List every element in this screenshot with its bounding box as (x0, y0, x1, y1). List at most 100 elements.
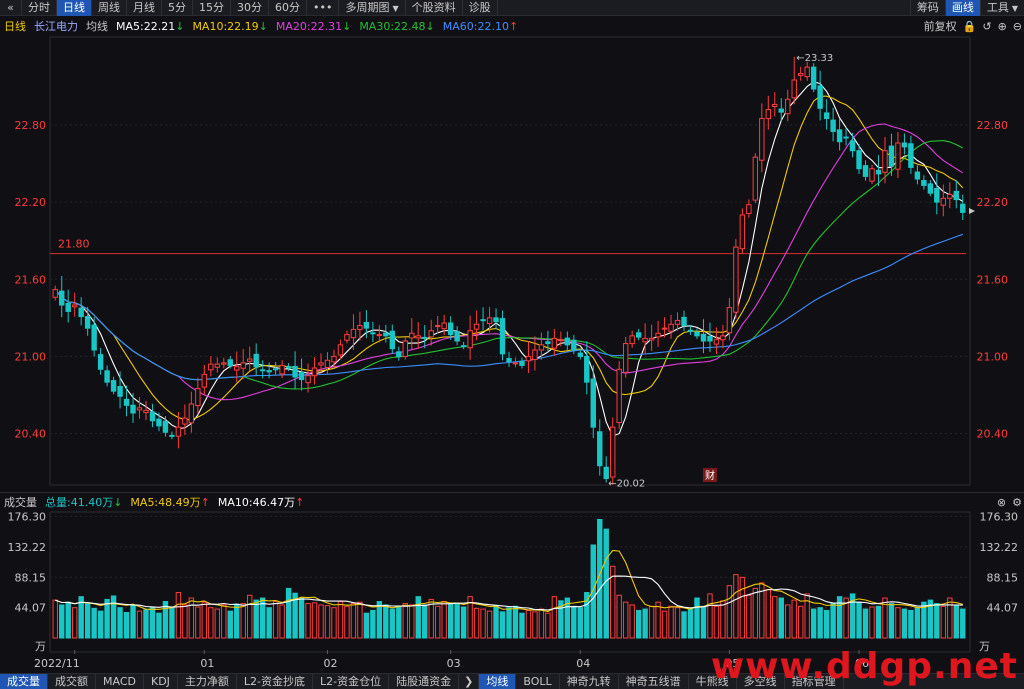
volume-bar[interactable] (940, 605, 947, 639)
candle-body[interactable] (901, 142, 908, 148)
volume-bar[interactable] (272, 600, 279, 639)
candle-body[interactable] (311, 367, 318, 377)
overlay-tab-4[interactable]: 牛熊线 (689, 673, 737, 689)
volume-bar[interactable] (188, 597, 195, 639)
volume-bar[interactable] (901, 608, 908, 639)
volume-bar[interactable] (130, 605, 136, 639)
volume-bar[interactable] (104, 598, 110, 639)
volume-bar[interactable] (947, 597, 953, 639)
volume-bar[interactable] (123, 612, 130, 639)
volume-bar[interactable] (687, 608, 694, 639)
candle-body[interactable] (428, 330, 434, 338)
candle-body[interactable] (603, 466, 609, 480)
volume-bar[interactable] (726, 585, 733, 639)
candle-body[interactable] (357, 325, 363, 330)
volume-bar[interactable] (823, 609, 830, 639)
volume-bar[interactable] (571, 605, 577, 639)
volume-bar[interactable] (674, 607, 681, 639)
volume-bar[interactable] (460, 606, 467, 639)
candle-body[interactable] (804, 66, 810, 78)
candle-body[interactable] (266, 370, 272, 373)
candle-body[interactable] (856, 150, 862, 170)
candle-body[interactable] (188, 403, 195, 424)
candle-body[interactable] (104, 370, 110, 383)
candle-body[interactable] (888, 145, 895, 167)
candle-body[interactable] (422, 336, 428, 339)
volume-bar[interactable] (810, 608, 817, 639)
gear-icon[interactable]: ⚙ (1012, 496, 1022, 509)
candle-body[interactable] (648, 337, 655, 341)
candle-body[interactable] (201, 373, 208, 388)
volume-bar[interactable] (441, 600, 447, 639)
candle-body[interactable] (739, 214, 746, 250)
zoom-in-icon[interactable]: ⊕ (998, 20, 1007, 33)
volume-bar[interactable] (655, 601, 661, 639)
volume-bar[interactable] (817, 607, 823, 639)
volume-bar[interactable] (363, 612, 370, 639)
undo-icon[interactable]: ↺ (982, 20, 991, 33)
volume-bar[interactable] (454, 603, 460, 639)
volume-bar[interactable] (895, 607, 901, 639)
volume-bar[interactable] (136, 610, 143, 639)
candle-body[interactable] (123, 398, 130, 406)
volume-bar[interactable] (480, 608, 486, 639)
volume-bar[interactable] (577, 607, 584, 639)
volume-bar[interactable] (713, 605, 720, 639)
indicator-tab-4[interactable]: 主力净额 (178, 673, 237, 689)
overlay-tab-6[interactable]: 指标管理 (785, 673, 844, 689)
volume-bar[interactable] (318, 604, 324, 639)
volume-bar[interactable] (240, 603, 246, 639)
candle-body[interactable] (726, 307, 733, 334)
candle-body[interactable] (642, 337, 648, 343)
candle-body[interactable] (869, 168, 875, 182)
candle-body[interactable] (558, 339, 564, 342)
candle-body[interactable] (182, 417, 188, 425)
candle-body[interactable] (525, 355, 532, 362)
period-tab-4[interactable]: 5分 (162, 0, 193, 16)
candle-body[interactable] (253, 353, 259, 368)
candle-body[interactable] (810, 66, 817, 90)
candle-body[interactable] (208, 363, 214, 371)
volume-bar[interactable] (110, 595, 117, 639)
volume-bar[interactable] (311, 602, 318, 639)
candle-body[interactable] (285, 366, 292, 369)
candle-body[interactable] (707, 335, 713, 342)
candle-body[interactable] (947, 193, 953, 199)
volume-bar[interactable] (908, 609, 914, 639)
volume-bar[interactable] (52, 599, 58, 639)
candle-body[interactable] (791, 79, 797, 99)
candle-body[interactable] (823, 112, 830, 120)
indicator-tab-3[interactable]: KDJ (144, 673, 178, 689)
candle-body[interactable] (493, 317, 499, 323)
candle-body[interactable] (162, 420, 169, 433)
candle-body[interactable] (765, 109, 771, 120)
candle-body[interactable] (797, 73, 804, 76)
volume-bar[interactable] (551, 596, 558, 639)
volume-bar[interactable] (616, 594, 622, 639)
period-tab-7[interactable]: 60分 (269, 0, 307, 16)
volume-bar[interactable] (422, 604, 428, 639)
volume-bar[interactable] (538, 608, 545, 639)
volume-bar[interactable] (370, 609, 376, 639)
volume-bar[interactable] (953, 604, 959, 639)
tools-button[interactable]: 工具 ▼ (979, 0, 1024, 16)
diagnose-button[interactable]: 诊股 (463, 0, 498, 16)
candle-body[interactable] (156, 418, 162, 427)
candle-body[interactable] (875, 169, 882, 175)
volume-bar[interactable] (298, 597, 305, 639)
candle-body[interactable] (305, 375, 311, 384)
volume-bar[interactable] (700, 605, 707, 639)
overlay-tab-2[interactable]: 神奇九转 (560, 673, 619, 689)
candle-body[interactable] (376, 334, 383, 337)
candle-body[interactable] (635, 332, 642, 338)
volume-bar[interactable] (532, 611, 538, 639)
candle-body[interactable] (272, 368, 279, 371)
volume-bar[interactable] (383, 604, 389, 639)
volume-bar[interactable] (337, 600, 344, 639)
candle-body[interactable] (221, 362, 227, 365)
candle-body[interactable] (564, 337, 571, 346)
volume-bar[interactable] (960, 608, 966, 639)
candle-body[interactable] (960, 203, 966, 213)
candle-body[interactable] (597, 431, 603, 467)
candle-body[interactable] (337, 344, 344, 356)
